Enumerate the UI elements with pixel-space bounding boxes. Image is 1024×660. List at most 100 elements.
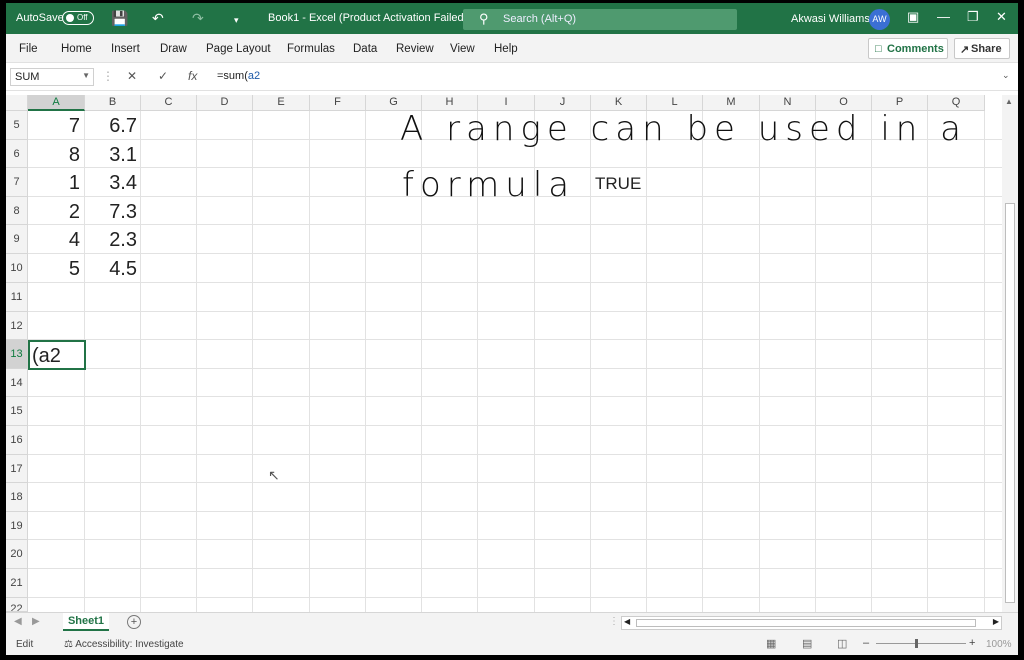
- menu-help[interactable]: Help: [494, 43, 518, 55]
- menu-insert[interactable]: Insert: [111, 43, 140, 55]
- redo-icon[interactable]: ↷: [192, 9, 204, 27]
- column-header-d[interactable]: D: [197, 95, 253, 111]
- row-header-12[interactable]: 12: [6, 312, 28, 340]
- gridline: [815, 111, 816, 612]
- sheet-tab-sheet1[interactable]: Sheet1: [63, 613, 109, 631]
- name-box[interactable]: SUM ▼: [10, 68, 94, 86]
- column-header-a[interactable]: A: [28, 95, 85, 111]
- tab-splitter-icon[interactable]: ⋮: [609, 616, 619, 627]
- active-cell-a13[interactable]: (a2: [28, 340, 86, 370]
- row-header-7[interactable]: 7: [6, 168, 28, 197]
- comments-button[interactable]: □ Comments: [868, 38, 948, 59]
- add-sheet-icon[interactable]: +: [127, 615, 141, 629]
- next-sheet-icon[interactable]: ▶: [32, 616, 40, 627]
- cell-b10[interactable]: 4.5: [85, 258, 137, 281]
- cell-b7[interactable]: 3.4: [85, 172, 137, 195]
- row-header-14[interactable]: 14: [6, 369, 28, 397]
- zoom-slider[interactable]: [876, 643, 966, 644]
- minimize-icon[interactable]: —: [937, 9, 950, 24]
- page-break-view-icon[interactable]: ◫: [837, 637, 847, 650]
- row-header-15[interactable]: 15: [6, 397, 28, 426]
- row-header-20[interactable]: 20: [6, 540, 28, 569]
- menu-view[interactable]: View: [450, 43, 475, 55]
- row-header-8[interactable]: 8: [6, 197, 28, 225]
- cell-true-value[interactable]: TRUE: [595, 174, 641, 194]
- menu-data[interactable]: Data: [353, 43, 377, 55]
- column-header-e[interactable]: E: [253, 95, 310, 111]
- cell-a9[interactable]: 4: [28, 229, 80, 252]
- page-layout-view-icon[interactable]: ▤: [802, 637, 812, 650]
- autosave-toggle[interactable]: Off: [62, 11, 94, 25]
- formula-input[interactable]: =sum(a2: [213, 68, 998, 86]
- undo-icon[interactable]: ↶: [152, 9, 164, 27]
- gridline: [28, 539, 1002, 540]
- row-header-13[interactable]: 13: [6, 340, 28, 369]
- customize-qat-icon[interactable]: ▾: [234, 11, 239, 29]
- row-header-22[interactable]: 22: [6, 598, 28, 612]
- row-header-9[interactable]: 9: [6, 225, 28, 254]
- zoom-slider-knob[interactable]: [915, 639, 918, 648]
- menu-page-layout[interactable]: Page Layout: [206, 43, 271, 55]
- scroll-right-icon[interactable]: ▶: [993, 617, 999, 626]
- cell-b9[interactable]: 2.3: [85, 229, 137, 252]
- cell-a6[interactable]: 8: [28, 144, 80, 167]
- cell-b5[interactable]: 6.7: [85, 115, 137, 138]
- search-box[interactable]: ⚲ Search (Alt+Q): [463, 9, 737, 30]
- select-all-corner[interactable]: [6, 95, 28, 111]
- menu-formulas[interactable]: Formulas: [287, 43, 335, 55]
- row-header-11[interactable]: 11: [6, 283, 28, 312]
- row-header-17[interactable]: 17: [6, 455, 28, 483]
- cell-a5[interactable]: 7: [28, 115, 80, 138]
- cell-a8[interactable]: 2: [28, 201, 80, 224]
- scroll-up-icon[interactable]: ▲: [1005, 97, 1013, 106]
- row-header-18[interactable]: 18: [6, 483, 28, 512]
- row-header-10[interactable]: 10: [6, 254, 28, 283]
- save-icon[interactable]: 💾: [111, 9, 128, 27]
- insert-function-icon[interactable]: fx: [188, 69, 197, 83]
- menu-home[interactable]: Home: [61, 43, 92, 55]
- ribbon-display-icon[interactable]: ▣: [907, 9, 919, 25]
- menu-file[interactable]: File: [19, 43, 38, 55]
- horizontal-scrollbar[interactable]: ◀ ▶: [621, 616, 1002, 630]
- gridline: [28, 253, 1002, 254]
- zoom-out-icon[interactable]: –: [863, 637, 869, 649]
- column-header-c[interactable]: C: [141, 95, 197, 111]
- accessibility-status[interactable]: ⚖ Accessibility: Investigate: [64, 639, 184, 650]
- row-header-16[interactable]: 16: [6, 426, 28, 455]
- cell-b6[interactable]: 3.1: [85, 144, 137, 167]
- expand-formula-bar-icon[interactable]: ⌄: [1002, 70, 1010, 81]
- restore-icon[interactable]: ❐: [967, 9, 979, 25]
- horizontal-scroll-thumb[interactable]: [636, 619, 976, 627]
- gridline: [871, 111, 872, 612]
- normal-view-icon[interactable]: ▦: [766, 637, 776, 650]
- user-name[interactable]: Akwasi Williams: [791, 13, 870, 25]
- enter-icon[interactable]: ✓: [158, 69, 168, 83]
- vertical-scrollbar[interactable]: ▲: [1002, 95, 1018, 612]
- row-header-6[interactable]: 6: [6, 140, 28, 168]
- menu-review[interactable]: Review: [396, 43, 434, 55]
- autosave-label: AutoSave: [16, 12, 64, 24]
- prev-sheet-icon[interactable]: ◀: [14, 616, 22, 627]
- spreadsheet-grid[interactable]: A B C D E F G H I J K L M N O P Q 5 6 7 …: [6, 95, 1018, 612]
- row-header-19[interactable]: 19: [6, 512, 28, 540]
- scroll-left-icon[interactable]: ◀: [624, 617, 630, 626]
- gridline: [28, 511, 1002, 512]
- row-header-21[interactable]: 21: [6, 569, 28, 598]
- cancel-icon[interactable]: ✕: [127, 69, 137, 83]
- menu-draw[interactable]: Draw: [160, 43, 187, 55]
- gridline: [28, 425, 1002, 426]
- comment-icon: □: [875, 43, 882, 55]
- column-header-f[interactable]: F: [310, 95, 366, 111]
- cell-b8[interactable]: 7.3: [85, 201, 137, 224]
- cell-a10[interactable]: 5: [28, 258, 80, 281]
- close-icon[interactable]: ✕: [996, 9, 1007, 25]
- gridline: [702, 111, 703, 612]
- share-button[interactable]: ↗ Share: [954, 38, 1010, 59]
- zoom-in-icon[interactable]: +: [969, 637, 975, 649]
- row-header-5[interactable]: 5: [6, 111, 28, 140]
- avatar[interactable]: AW: [869, 9, 890, 30]
- scrollbar-thumb[interactable]: [1005, 203, 1015, 603]
- cell-a7[interactable]: 1: [28, 172, 80, 195]
- column-header-b[interactable]: B: [85, 95, 141, 111]
- zoom-level[interactable]: 100%: [986, 639, 1012, 650]
